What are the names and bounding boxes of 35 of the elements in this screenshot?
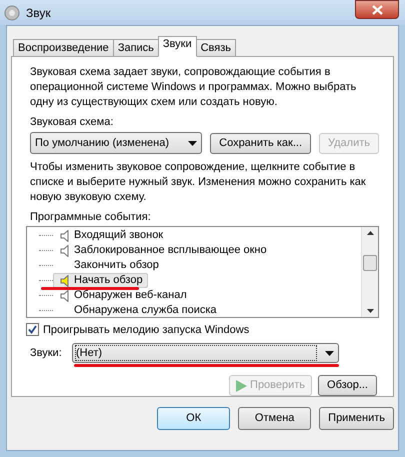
check-icon — [28, 325, 37, 334]
caret-icon — [188, 140, 198, 146]
event-item[interactable]: Обнаружена служба поиска — [53, 303, 222, 316]
event-item[interactable]: Закончить обзор — [53, 258, 164, 273]
event-item[interactable]: Входящий звонок — [53, 228, 168, 243]
close-button[interactable] — [355, 0, 399, 19]
scheme-dropdown[interactable]: По умолчанию (изменена) — [30, 132, 202, 154]
event-item[interactable]: Начать обзор — [53, 273, 148, 288]
event-item[interactable]: Заблокированное всплывающее окно — [53, 243, 272, 258]
scroll-thumb[interactable] — [363, 255, 377, 271]
events-hint: Чтобы изменить звуковое сопровождение, щелкните событие в списке и выберите нужный звук. Изменения можно сохранить как новую звуковую схему. — [29, 160, 367, 205]
window-title: Звук — [26, 4, 51, 22]
browse-button[interactable]: Обзор... — [318, 375, 377, 396]
close-icon — [372, 4, 382, 14]
save-as-button[interactable]: Сохранить как... — [210, 132, 311, 154]
tab[interactable]: Воспроизведение — [13, 39, 114, 57]
event-item[interactable]: Обнаружен веб-канал — [53, 288, 192, 303]
sounds-label: Звуки: — [30, 346, 63, 361]
dialog-button[interactable]: Применить — [319, 407, 394, 430]
tab[interactable]: Запись — [112, 39, 159, 57]
events-label: Программные события: — [29, 210, 152, 225]
sounds-dropdown[interactable]: (Нет) — [72, 343, 339, 363]
scroll-up-icon — [366, 231, 374, 235]
scroll-down-icon — [366, 308, 374, 312]
dialog-button[interactable]: ОК — [157, 407, 230, 430]
startup-checkbox[interactable] — [26, 323, 39, 336]
scheme-description: Звуковая схема задает звуки, сопровождающие события в операционной системе Windows и программах. Можно выбрать одну из существующих схем или создать новую. — [29, 65, 358, 110]
caret-icon — [325, 350, 334, 356]
tab[interactable]: Связь — [196, 39, 236, 57]
tab[interactable]: Звуки — [158, 36, 197, 57]
startup-checkbox-label: Проигрывать мелодию запуска Windows — [43, 322, 250, 338]
scheme-label: Звуковая схема: — [29, 115, 114, 130]
play-icon — [236, 380, 248, 392]
dialog-button[interactable]: Отмена — [238, 407, 312, 430]
scrollbar[interactable] — [361, 227, 378, 316]
